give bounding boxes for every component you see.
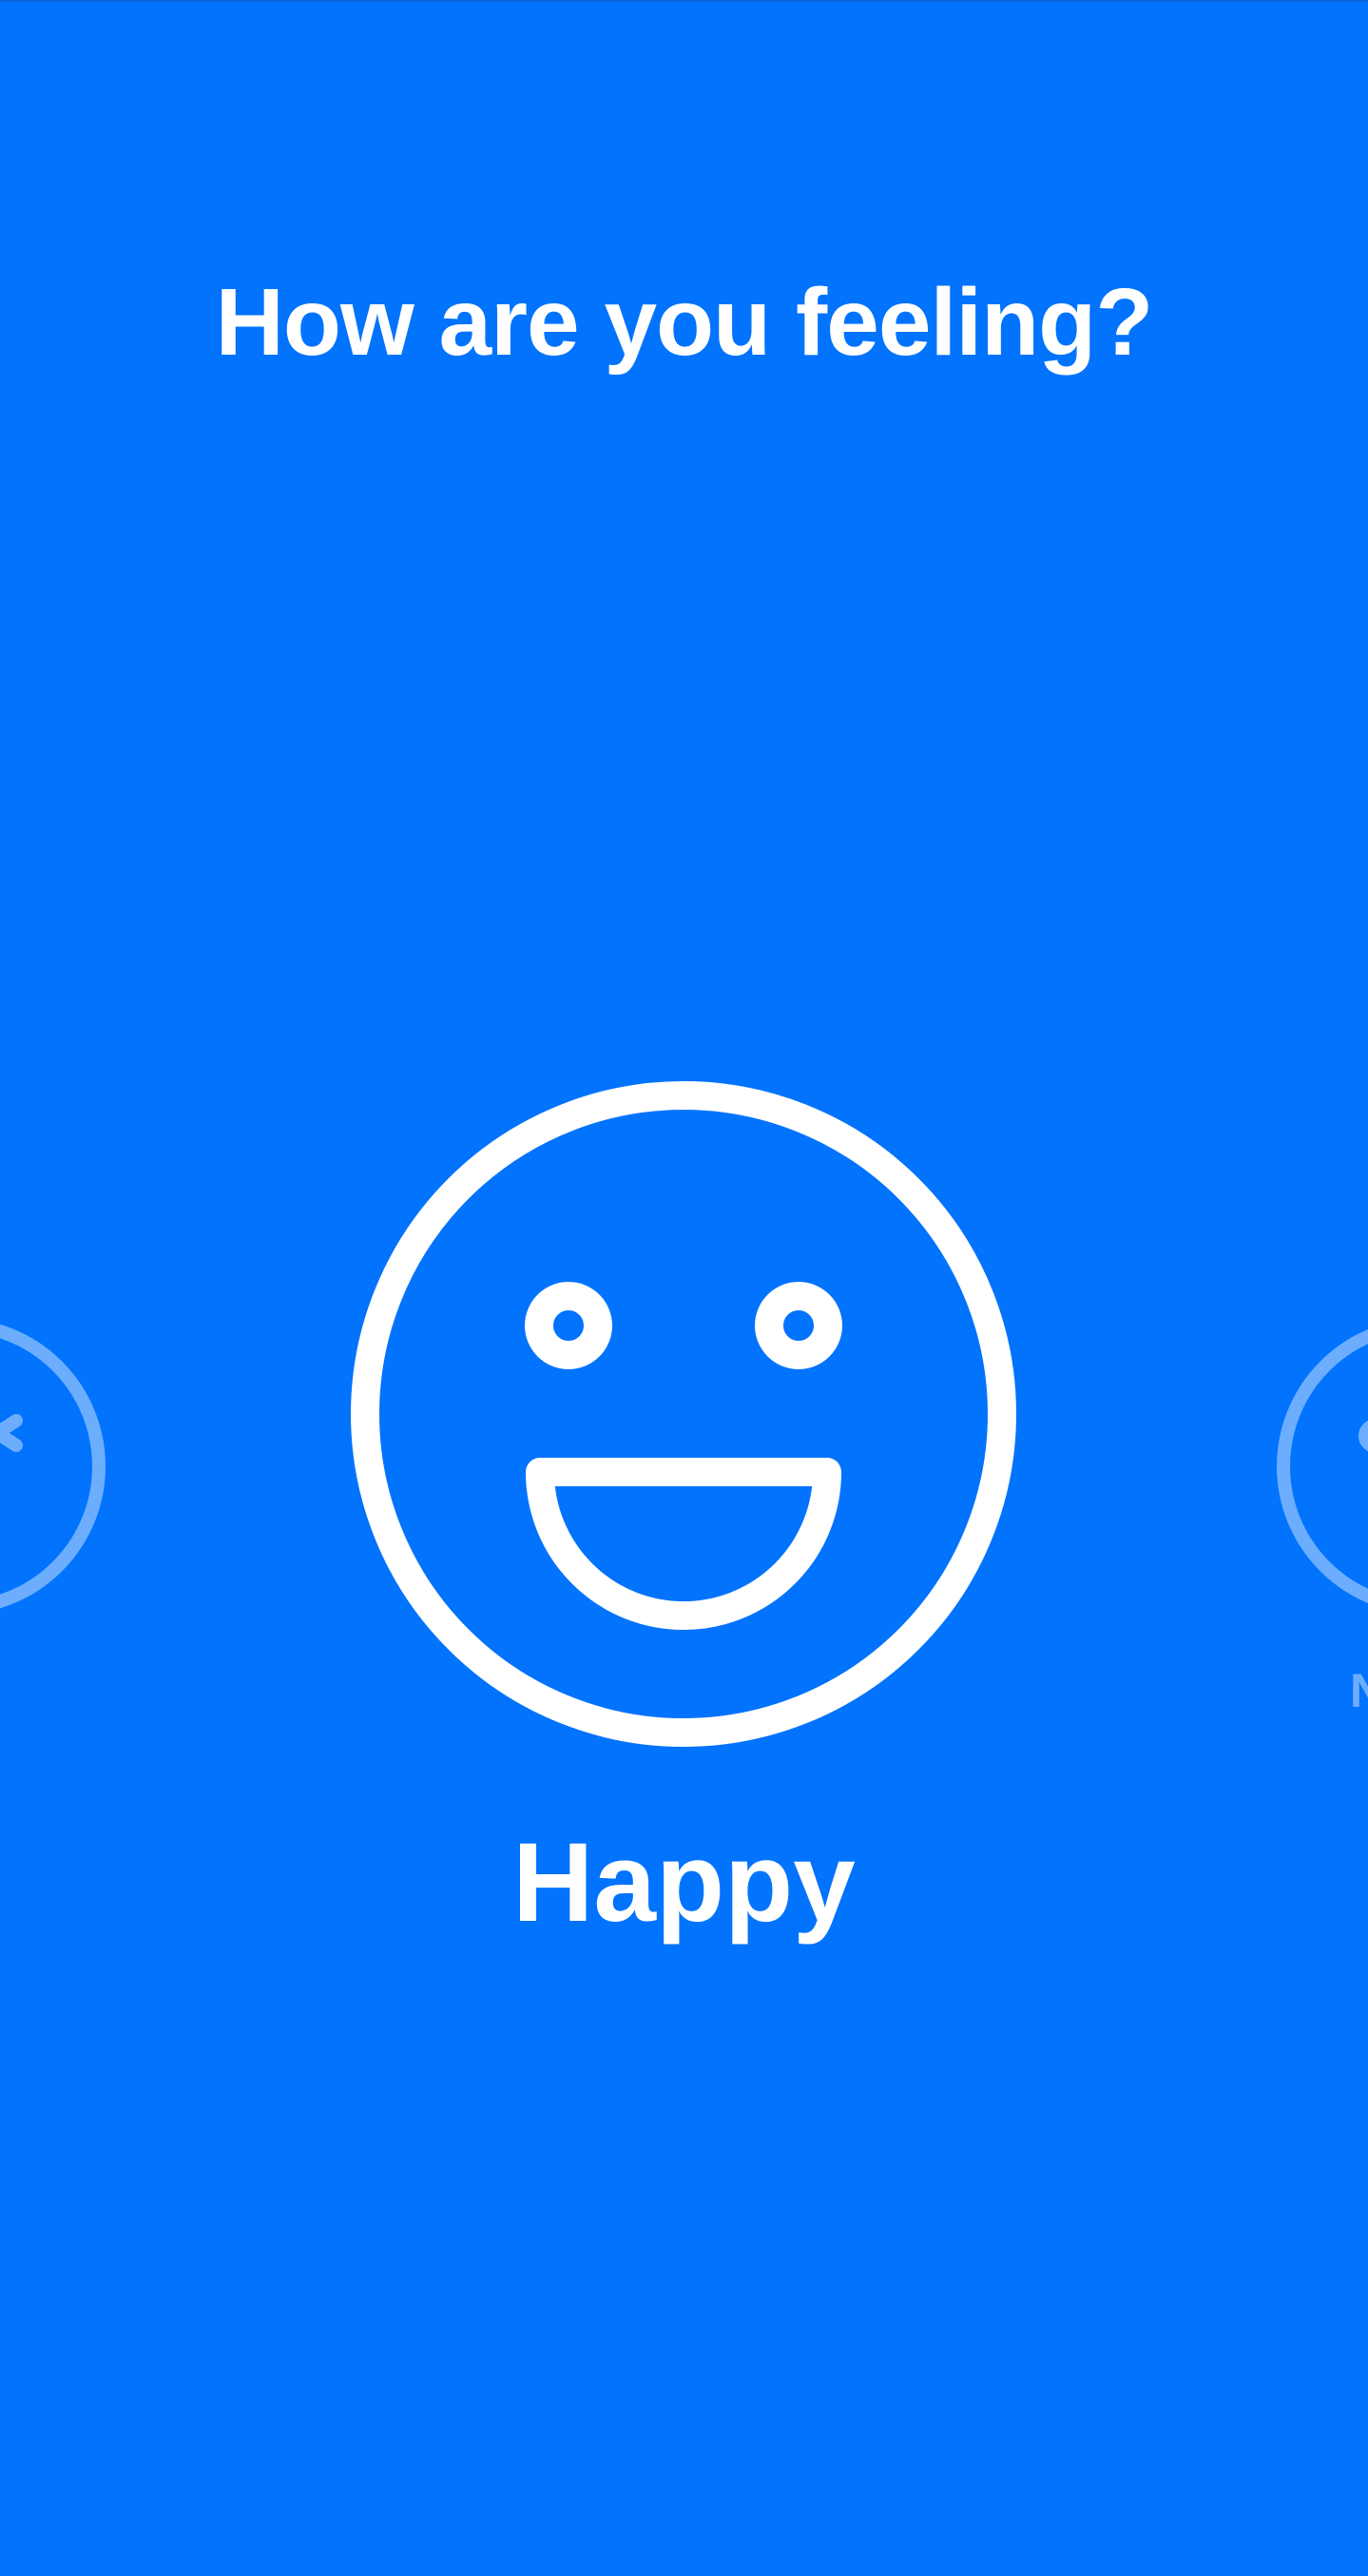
mood-screen: How are you feeling? ed Happy <box>0 0 1368 2576</box>
mood-carousel[interactable]: ed Happy N <box>0 0 1368 2576</box>
happy-face-icon <box>351 1081 1016 1747</box>
right-mood-face-icon <box>1277 1329 1368 1603</box>
left-mood-face-icon <box>0 1324 106 1609</box>
mood-label-next: N <box>1350 1664 1368 1717</box>
mood-label-selected: Happy <box>512 1820 856 1946</box>
